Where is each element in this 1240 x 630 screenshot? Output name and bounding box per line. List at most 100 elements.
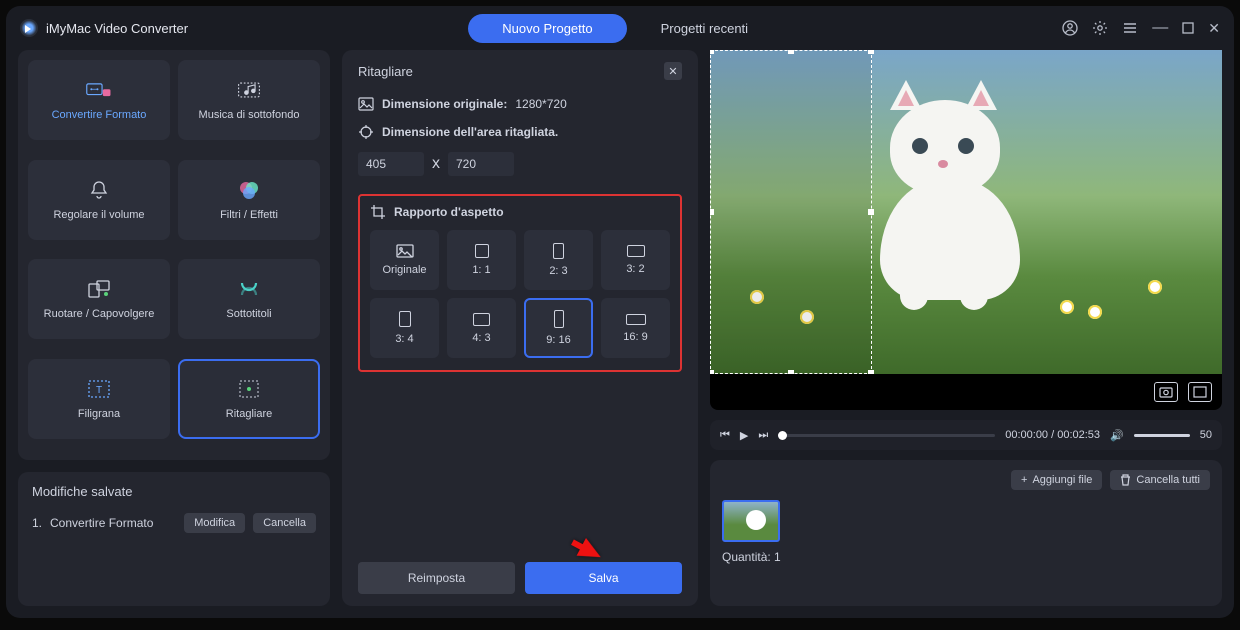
saved-index: 1. bbox=[32, 516, 42, 530]
tool-filters-effects[interactable]: Filtri / Effetti bbox=[178, 160, 320, 240]
svg-text:T: T bbox=[96, 385, 102, 396]
minimize-button[interactable]: — bbox=[1152, 19, 1168, 37]
image-icon bbox=[358, 96, 374, 112]
original-shape-icon bbox=[396, 244, 414, 258]
saved-changes-title: Modifiche salvate bbox=[32, 484, 316, 499]
filters-icon bbox=[236, 179, 262, 201]
right-column: ⏮ ▶ ⏭ 00:00:00 / 00:02:53 🔊 50 +Aggiungi… bbox=[710, 50, 1222, 606]
aspect-9-16[interactable]: 9: 16 bbox=[524, 298, 593, 358]
aspect-1-1[interactable]: 1: 1 bbox=[447, 230, 516, 290]
account-icon[interactable] bbox=[1062, 20, 1078, 36]
subtitles-icon bbox=[236, 278, 262, 300]
tool-subtitles[interactable]: Sottotitoli bbox=[178, 259, 320, 339]
saved-item-label: Convertire Formato bbox=[50, 516, 176, 530]
cancel-button[interactable]: Cancella bbox=[253, 513, 316, 533]
titlebar: iMyMac Video Converter Nuovo Progetto Pr… bbox=[6, 6, 1234, 50]
tool-background-music[interactable]: Musica di sottofondo bbox=[178, 60, 320, 140]
tool-label: Convertire Formato bbox=[52, 109, 147, 121]
landscape-shape-icon bbox=[627, 245, 645, 257]
tool-label: Musica di sottofondo bbox=[199, 109, 300, 121]
portrait-shape-icon bbox=[399, 311, 411, 327]
portrait-shape-icon bbox=[553, 243, 564, 259]
volume-bell-icon bbox=[86, 179, 112, 201]
aspect-16-9[interactable]: 16: 9 bbox=[601, 298, 670, 358]
save-button[interactable]: Salva bbox=[525, 562, 682, 594]
volume-value: 50 bbox=[1200, 429, 1212, 441]
crop-width-input[interactable] bbox=[358, 152, 424, 176]
aspect-ratio-title: Rapporto d'aspetto bbox=[394, 205, 504, 219]
tab-recent-projects[interactable]: Progetti recenti bbox=[627, 14, 782, 43]
square-shape-icon bbox=[475, 244, 489, 258]
saved-changes-panel: Modifiche salvate 1. Convertire Formato … bbox=[18, 472, 330, 606]
wide-shape-icon bbox=[626, 314, 646, 325]
app-logo-icon bbox=[20, 19, 38, 37]
add-file-button[interactable]: +Aggiungi file bbox=[1011, 470, 1102, 490]
edit-button[interactable]: Modifica bbox=[184, 513, 245, 533]
aspect-4-3[interactable]: 4: 3 bbox=[447, 298, 516, 358]
maximize-button[interactable] bbox=[1182, 22, 1194, 34]
landscape-shape-icon bbox=[473, 313, 490, 326]
portrait-shape-icon bbox=[554, 310, 564, 328]
left-column: Convertire Formato Musica di sottofondo … bbox=[18, 50, 330, 606]
crop-settings-panel: Ritagliare ✕ Dimensione originale: 1280*… bbox=[342, 50, 698, 606]
close-button[interactable]: ✕ bbox=[1208, 20, 1220, 37]
crop-area-icon bbox=[358, 124, 374, 140]
volume-icon[interactable]: 🔊 bbox=[1110, 429, 1124, 442]
rotate-icon bbox=[86, 278, 112, 300]
tool-label: Ritagliare bbox=[226, 408, 272, 420]
music-icon bbox=[236, 79, 262, 101]
tool-label: Filigrana bbox=[78, 408, 120, 420]
aspect-2-3[interactable]: 2: 3 bbox=[524, 230, 593, 290]
clip-thumbnail[interactable] bbox=[722, 500, 780, 542]
snapshot-icon[interactable] bbox=[1154, 382, 1178, 402]
tool-adjust-volume[interactable]: Regolare il volume bbox=[28, 160, 170, 240]
tools-panel: Convertire Formato Musica di sottofondo … bbox=[18, 50, 330, 460]
tab-new-project[interactable]: Nuovo Progetto bbox=[468, 14, 626, 43]
time-display: 00:00:00 / 00:02:53 bbox=[1005, 429, 1100, 441]
reset-button[interactable]: Reimposta bbox=[358, 562, 515, 594]
tool-label: Ruotare / Capovolgere bbox=[44, 308, 155, 320]
convert-format-icon bbox=[86, 79, 112, 101]
prev-button[interactable]: ⏮ bbox=[720, 429, 730, 442]
tool-crop[interactable]: Ritagliare bbox=[178, 359, 320, 439]
aspect-ratio-block: Rapporto d'aspetto Originale 1: 1 2: 3 3… bbox=[358, 194, 682, 372]
tool-label: Filtri / Effetti bbox=[220, 209, 278, 221]
menu-icon[interactable] bbox=[1122, 20, 1138, 36]
tool-label: Regolare il volume bbox=[53, 209, 144, 221]
trash-icon bbox=[1120, 474, 1131, 486]
close-panel-button[interactable]: ✕ bbox=[664, 62, 682, 80]
window-controls: — ✕ bbox=[1062, 19, 1220, 37]
watermark-icon: T bbox=[86, 378, 112, 400]
original-size-value: 1280*720 bbox=[515, 97, 566, 111]
dimension-x: x bbox=[432, 155, 440, 173]
quantity-row: Quantità: 1 bbox=[722, 550, 1210, 564]
tool-label: Sottotitoli bbox=[226, 308, 271, 320]
next-button[interactable]: ⏭ bbox=[758, 429, 768, 442]
delete-all-button[interactable]: Cancella tutti bbox=[1110, 470, 1210, 490]
play-button[interactable]: ▶ bbox=[740, 429, 748, 442]
tool-watermark[interactable]: T Filigrana bbox=[28, 359, 170, 439]
aspect-3-2[interactable]: 3: 2 bbox=[601, 230, 670, 290]
tool-convert-format[interactable]: Convertire Formato bbox=[28, 60, 170, 140]
aspect-3-4[interactable]: 3: 4 bbox=[370, 298, 439, 358]
app-title: iMyMac Video Converter bbox=[46, 21, 188, 36]
volume-slider[interactable] bbox=[1134, 434, 1190, 437]
seek-bar[interactable] bbox=[778, 434, 995, 437]
crop-overlay[interactable] bbox=[710, 50, 872, 374]
saved-change-row: 1. Convertire Formato Modifica Cancella bbox=[32, 513, 316, 533]
aspect-crop-icon bbox=[370, 204, 386, 220]
settings-icon[interactable] bbox=[1092, 20, 1108, 36]
tool-rotate-flip[interactable]: Ruotare / Capovolgere bbox=[28, 259, 170, 339]
fullscreen-icon[interactable] bbox=[1188, 382, 1212, 402]
app-window: iMyMac Video Converter Nuovo Progetto Pr… bbox=[6, 6, 1234, 618]
crop-area-label: Dimensione dell'area ritagliata. bbox=[382, 125, 558, 139]
project-tabs: Nuovo Progetto Progetti recenti bbox=[188, 14, 1062, 43]
aspect-original[interactable]: Originale bbox=[370, 230, 439, 290]
video-frame[interactable] bbox=[710, 50, 1222, 374]
plus-icon: + bbox=[1021, 474, 1027, 486]
crop-height-input[interactable] bbox=[448, 152, 514, 176]
clips-panel: +Aggiungi file Cancella tutti Quantità: … bbox=[710, 460, 1222, 606]
main-body: Convertire Formato Musica di sottofondo … bbox=[6, 50, 1234, 618]
crop-icon bbox=[236, 378, 262, 400]
panel-title: Ritagliare bbox=[358, 64, 413, 79]
